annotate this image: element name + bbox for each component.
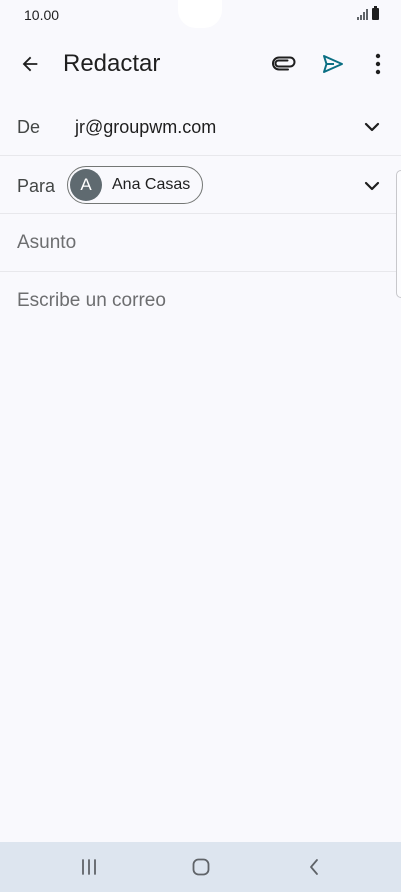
recipient-chip[interactable]: A Ana Casas (67, 166, 203, 204)
subject-input[interactable] (17, 230, 377, 256)
from-address[interactable]: jr@groupwm.com (75, 117, 216, 138)
page-title: Redactar (63, 50, 161, 77)
navigation-bar (0, 842, 401, 892)
from-row: De jr@groupwm.com (0, 98, 401, 156)
attach-button[interactable] (268, 48, 300, 80)
to-label: Para (17, 176, 56, 196)
status-icons (357, 6, 379, 20)
to-dropdown-button[interactable] (360, 174, 384, 198)
battery-icon (372, 6, 379, 20)
nav-back-button[interactable] (294, 852, 334, 882)
status-time: 10.00 (24, 7, 60, 23)
to-row[interactable]: Para A Ana Casas (0, 156, 401, 214)
from-label: De (17, 117, 41, 137)
body-input[interactable] (17, 290, 385, 710)
compose-screen: 10.00 Redactar De jr@groupwm.com Para A … (0, 0, 401, 892)
chevron-down-icon (364, 122, 380, 132)
camera-cutout (178, 0, 222, 28)
scroll-handle[interactable] (396, 170, 401, 298)
from-dropdown-button[interactable] (360, 115, 384, 139)
more-vertical-icon (375, 53, 381, 75)
recents-icon (82, 859, 96, 875)
send-button[interactable] (317, 48, 349, 80)
recents-button[interactable] (69, 852, 109, 882)
recipient-name: Ana Casas (112, 176, 191, 193)
chevron-down-icon (364, 181, 380, 191)
status-bar: 10.00 (0, 0, 401, 30)
arrow-left-icon (22, 56, 38, 72)
avatar: A (70, 169, 102, 201)
send-icon (323, 55, 343, 73)
subject-row (0, 214, 401, 272)
app-bar: Redactar (0, 40, 401, 88)
signal-icon (357, 9, 368, 20)
home-icon (192, 858, 210, 876)
back-button[interactable] (14, 48, 46, 80)
home-button[interactable] (181, 852, 221, 882)
more-options-button[interactable] (362, 48, 394, 80)
back-icon (310, 859, 318, 875)
paperclip-icon (272, 56, 296, 71)
